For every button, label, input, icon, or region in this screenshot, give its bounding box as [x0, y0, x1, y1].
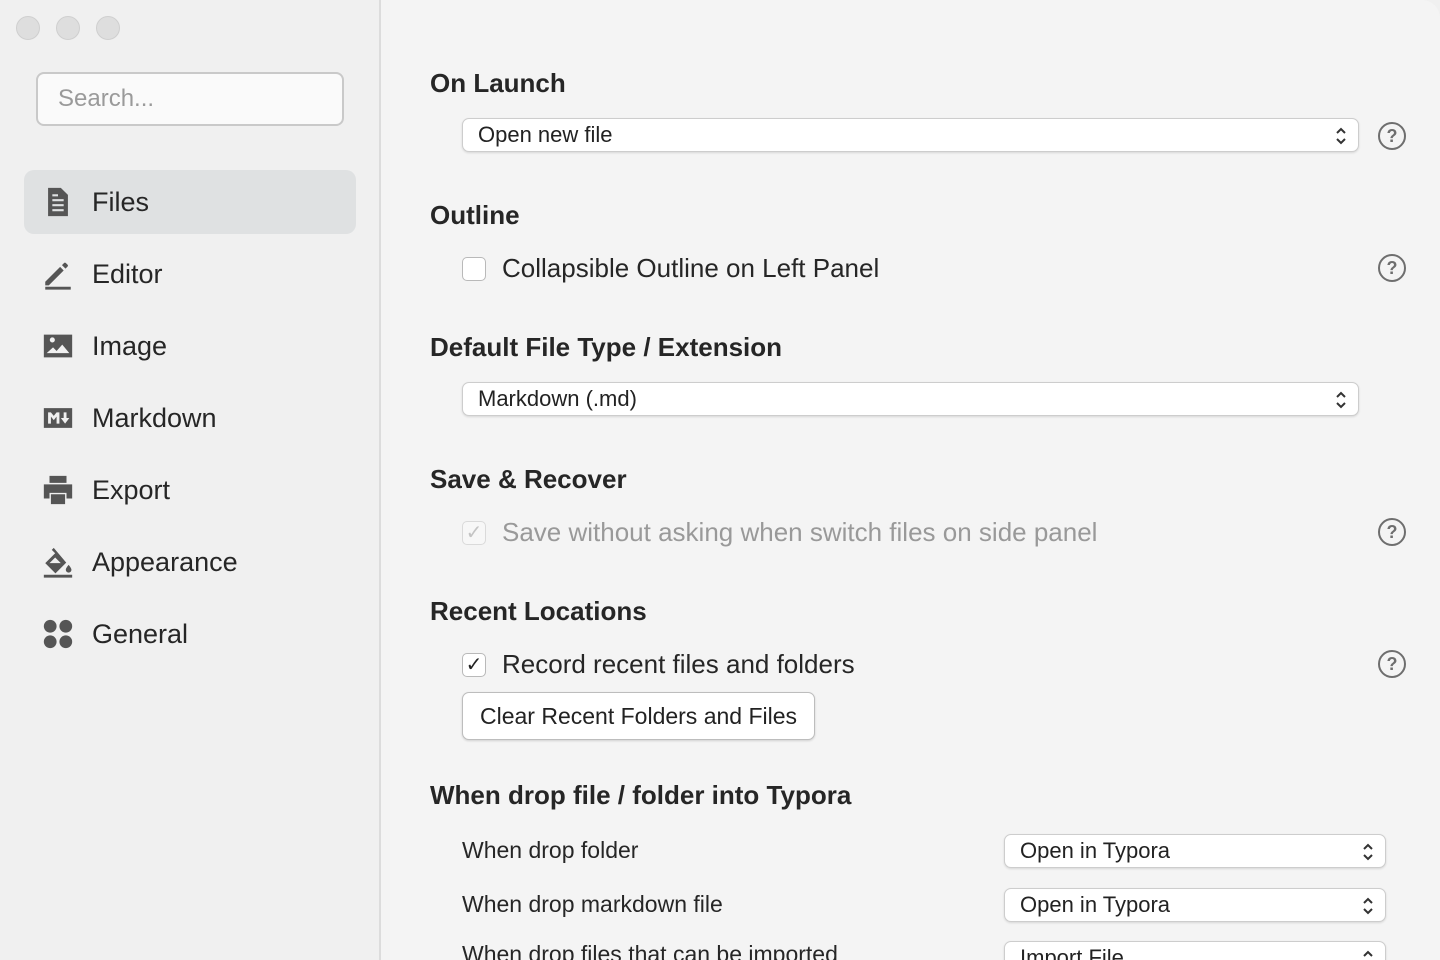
help-icon[interactable]: ? — [1378, 122, 1406, 150]
drop-importable-select[interactable]: Import File — [1004, 941, 1386, 960]
sidebar-item-label: Editor — [92, 258, 163, 289]
save-recover-checkbox-row: ✓ Save without asking when switch files … — [462, 517, 1097, 548]
sidebar-item-label: Export — [92, 474, 171, 505]
grid-icon — [40, 616, 76, 652]
sidebar-item-label: Image — [92, 330, 168, 361]
sidebar-item-image[interactable]: Image — [24, 314, 356, 378]
outline-checkbox-row: Collapsible Outline on Left Panel — [462, 253, 879, 284]
search-input[interactable] — [36, 72, 344, 126]
sidebar: Files Editor Image Markdown — [0, 0, 381, 960]
drop-markdown-label: When drop markdown file — [462, 891, 723, 917]
section-title-drop: When drop file / folder into Typora — [430, 780, 852, 810]
select-value: Open new file — [478, 122, 613, 147]
checkbox-label: Collapsible Outline on Left Panel — [502, 253, 880, 283]
collapsible-outline-checkbox[interactable] — [462, 256, 486, 281]
sidebar-item-general[interactable]: General — [24, 602, 356, 666]
help-icon[interactable]: ? — [1378, 254, 1406, 282]
sidebar-item-editor[interactable]: Editor — [24, 242, 356, 306]
sidebar-item-label: Appearance — [92, 546, 238, 577]
image-icon — [40, 328, 76, 364]
sidebar-item-export[interactable]: Export — [24, 458, 356, 522]
clear-recent-button[interactable]: Clear Recent Folders and Files — [462, 692, 816, 740]
drop-importable-label: When drop files that can be imported — [462, 941, 838, 960]
settings-panel: On Launch Open new file ? Outline Collap… — [382, 0, 1440, 960]
section-title-default-file-type: Default File Type / Extension — [430, 332, 783, 362]
window-controls — [16, 16, 120, 40]
pencil-icon — [40, 256, 76, 292]
markdown-icon — [40, 400, 76, 436]
checkbox-label: Save without asking when switch files on… — [502, 517, 1098, 547]
help-icon[interactable]: ? — [1378, 650, 1406, 678]
section-title-recent-locations: Recent Locations — [430, 596, 647, 626]
drop-folder-select[interactable]: Open in Typora — [1004, 834, 1386, 868]
zoom-window-button[interactable] — [96, 16, 120, 40]
section-title-on-launch: On Launch — [430, 68, 566, 98]
sidebar-item-markdown[interactable]: Markdown — [24, 386, 356, 450]
section-title-outline: Outline — [430, 200, 520, 230]
chevron-updown-icon — [1336, 127, 1346, 145]
save-without-asking-checkbox[interactable]: ✓ — [462, 520, 486, 545]
select-value: Open in Typora — [1020, 892, 1171, 917]
chevron-updown-icon — [1363, 897, 1373, 915]
sidebar-item-label: General — [92, 618, 189, 649]
recent-checkbox-row: ✓ Record recent files and folders — [462, 649, 855, 680]
sidebar-item-label: Files — [92, 186, 150, 217]
printer-icon — [40, 472, 76, 508]
on-launch-select[interactable]: Open new file — [462, 118, 1359, 152]
drop-markdown-select[interactable]: Open in Typora — [1004, 888, 1386, 922]
sidebar-item-label: Markdown — [92, 402, 217, 433]
close-window-button[interactable] — [16, 16, 40, 40]
section-title-save-recover: Save & Recover — [430, 464, 627, 494]
checkbox-label: Record recent files and folders — [502, 649, 855, 679]
sidebar-nav: Files Editor Image Markdown Export Appea… — [24, 170, 356, 674]
record-recent-checkbox[interactable]: ✓ — [462, 652, 486, 677]
chevron-updown-icon — [1363, 950, 1373, 957]
paint-bucket-icon — [40, 544, 76, 580]
minimize-window-button[interactable] — [56, 16, 80, 40]
drop-folder-label: When drop folder — [462, 837, 639, 863]
chevron-updown-icon — [1336, 391, 1346, 409]
help-icon[interactable]: ? — [1378, 518, 1406, 546]
select-value: Open in Typora — [1020, 838, 1171, 863]
sidebar-item-appearance[interactable]: Appearance — [24, 530, 356, 594]
file-icon — [40, 184, 76, 220]
preferences-window: Files Editor Image Markdown — [0, 0, 1440, 960]
sidebar-item-files[interactable]: Files — [24, 170, 356, 234]
chevron-updown-icon — [1363, 843, 1373, 861]
select-value: Import File — [1020, 945, 1124, 960]
select-value: Markdown (.md) — [478, 386, 637, 411]
default-file-type-select[interactable]: Markdown (.md) — [462, 382, 1359, 416]
